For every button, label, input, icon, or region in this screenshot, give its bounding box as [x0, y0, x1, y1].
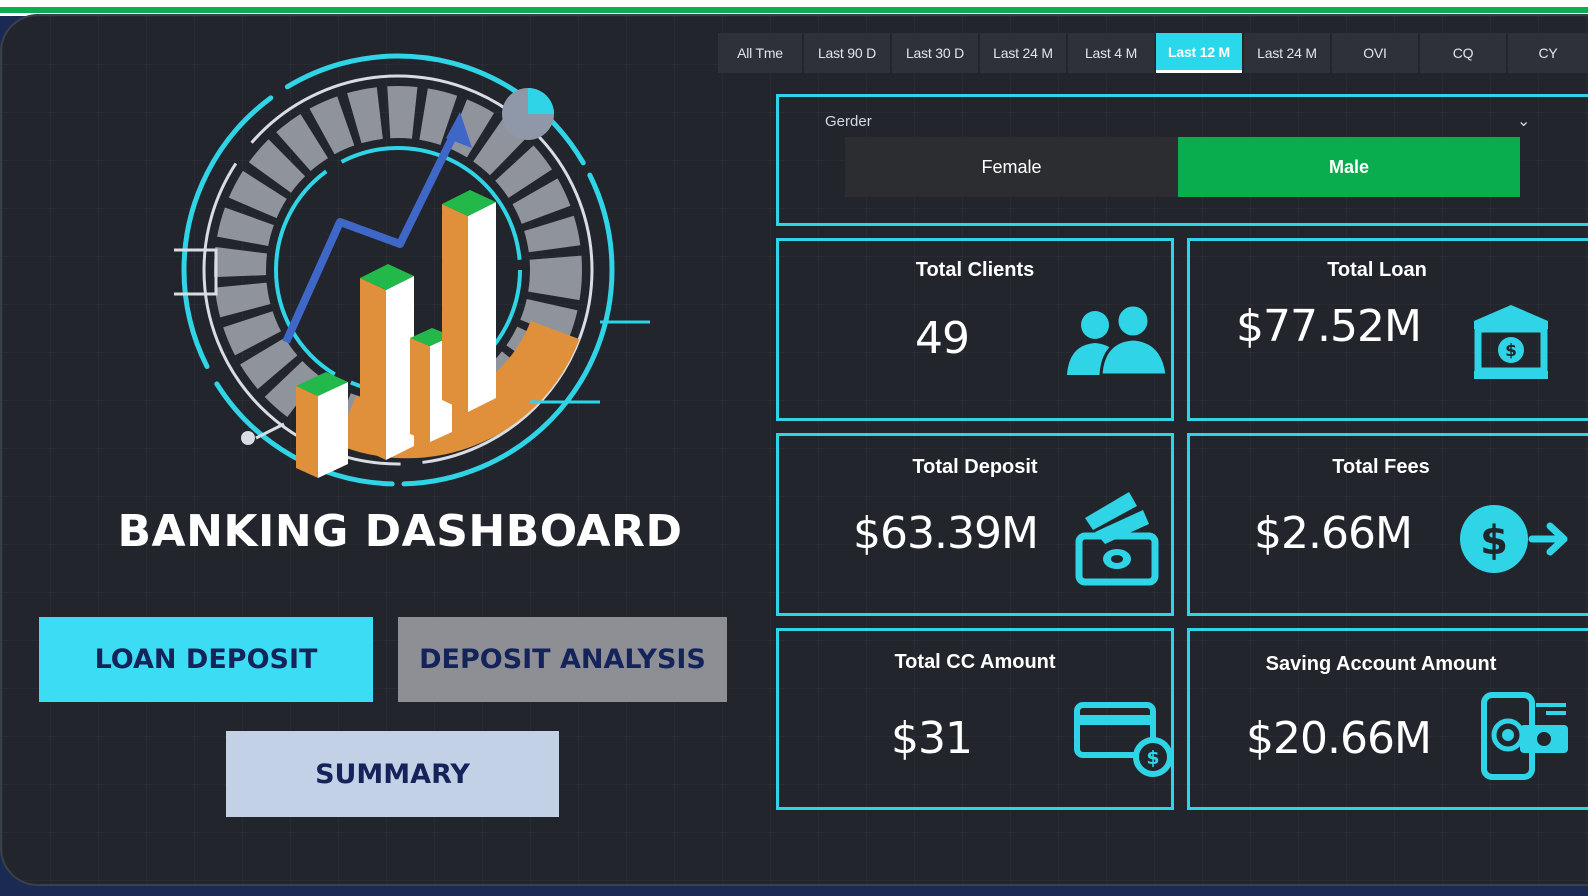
kpi-card-total-clients: Total Clients 49 [776, 238, 1174, 421]
time-filter-last-90-d[interactable]: Last 90 D [804, 33, 890, 73]
kpi-title: Total Deposit [912, 456, 1038, 478]
gender-slicer: Gerder ⌄ Female Male [776, 94, 1588, 226]
kpi-value: $2.66M [1254, 508, 1413, 559]
summary-button[interactable]: SUMMARY [226, 731, 559, 817]
kpi-card-total-fees: Total Fees $2.66M $ [1187, 433, 1588, 616]
time-filter-bar: All Tme Last 90 D Last 30 D Last 24 M La… [718, 33, 1588, 73]
banking-logo-illustration [174, 53, 650, 487]
credit-card-icon: $ [1074, 702, 1173, 777]
time-filter-cq[interactable]: CQ [1420, 33, 1506, 73]
chevron-down-icon[interactable]: ⌄ [1517, 111, 1530, 130]
mobile-savings-icon [1481, 692, 1568, 780]
kpi-card-total-cc-amount: Total CC Amount $31 $ [776, 628, 1174, 810]
time-filter-last-30-d[interactable]: Last 30 D [892, 33, 978, 73]
time-filter-last-4-m[interactable]: Last 4 M [1068, 33, 1154, 73]
kpi-value: $63.39M [853, 508, 1039, 559]
time-filter-last-12-m[interactable]: Last 12 M [1156, 33, 1242, 73]
kpi-card-saving-account-amount: Saving Account Amount $20.66M [1187, 628, 1588, 810]
time-filter-ovi[interactable]: OVI [1332, 33, 1418, 73]
kpi-title: Total CC Amount [894, 651, 1056, 673]
dashboard-title: BANKING DASHBOARD [117, 506, 683, 557]
deposit-analysis-button[interactable]: DEPOSIT ANALYSIS [398, 617, 727, 702]
kpi-card-total-deposit: Total Deposit $63.39M [776, 433, 1174, 616]
time-filter-last-24-m-2[interactable]: Last 24 M [1244, 33, 1330, 73]
svg-text:$: $ [1146, 747, 1159, 769]
kpi-value: $20.66M [1246, 713, 1432, 764]
gender-option-male[interactable]: Male [1178, 137, 1520, 197]
time-filter-all-time[interactable]: All Tme [718, 33, 802, 73]
kpi-value: 49 [915, 313, 970, 364]
kpi-value: $31 [891, 713, 973, 764]
svg-text:$: $ [1480, 518, 1508, 564]
time-filter-last-24-m[interactable]: Last 24 M [980, 33, 1066, 73]
time-filter-cy[interactable]: CY [1508, 33, 1588, 73]
green-stripe [0, 7, 1588, 13]
dollar-transfer-icon: $ [1460, 505, 1568, 573]
users-icon [1067, 303, 1169, 377]
kpi-title: Total Fees [1332, 456, 1430, 478]
kpi-card-total-loan: Total Loan $77.52M $ [1187, 238, 1588, 421]
loan-deposit-button[interactable]: LOAN DEPOSIT [39, 617, 373, 702]
kpi-title: Saving Account Amount [1265, 653, 1497, 675]
gender-label: Gerder [825, 113, 872, 130]
gender-option-female[interactable]: Female [845, 137, 1178, 197]
kpi-title: Total Clients [915, 259, 1035, 281]
cash-deposit-icon [1075, 492, 1159, 586]
kpi-title: Total Loan [1327, 259, 1427, 281]
kpi-value: $77.52M [1236, 301, 1422, 352]
svg-text:$: $ [1505, 341, 1517, 361]
bank-icon: $ [1474, 305, 1548, 379]
